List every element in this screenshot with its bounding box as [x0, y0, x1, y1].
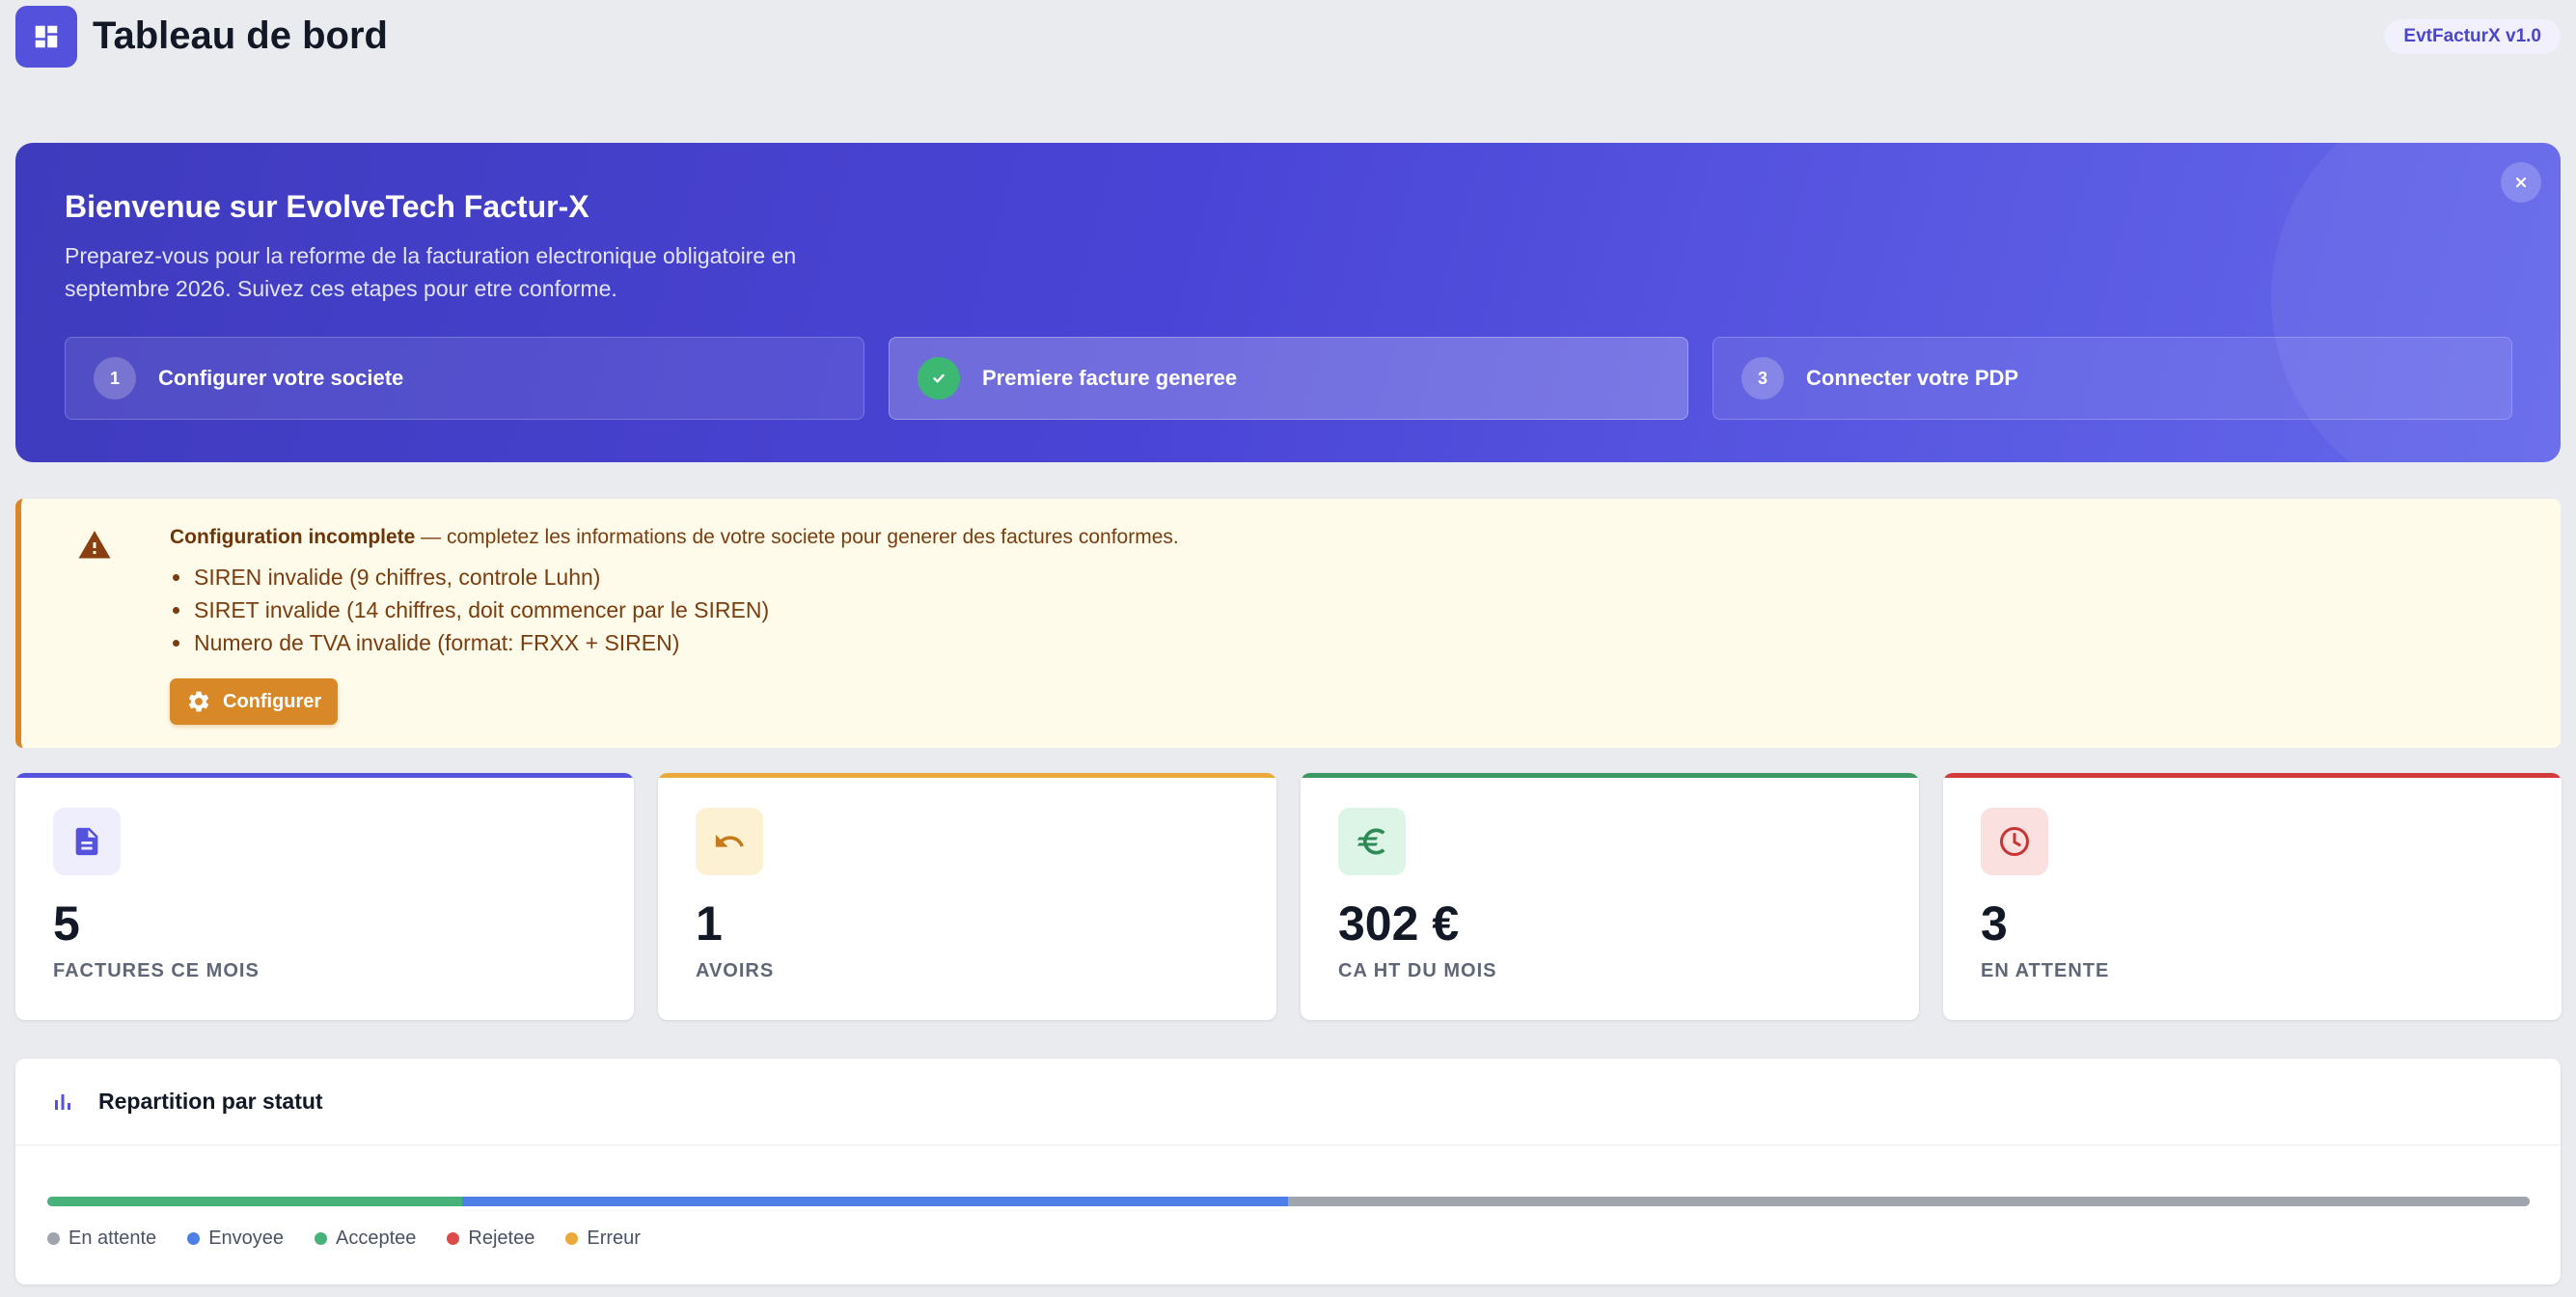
legend-dot [565, 1232, 579, 1245]
legend-item: Erreur [565, 1228, 641, 1250]
stat-card-invoices[interactable]: 5 FACTURES CE MOIS [15, 773, 634, 1020]
panel-title: Repartition par statut [98, 1089, 323, 1114]
onboarding-steps: 1 Configurer votre societe Premiere fact… [65, 337, 2512, 420]
alert-issue: Numero de TVA invalide (format: FRXX + S… [170, 626, 769, 659]
stat-label: CA HT DU MOIS [1338, 960, 1497, 981]
step-label: Premiere facture generee [982, 366, 1238, 390]
dashboard-grid-icon[interactable] [15, 6, 77, 68]
step-first-invoice[interactable]: Premiere facture generee [889, 337, 1688, 420]
welcome-title: Bienvenue sur EvolveTech Factur-X [65, 189, 589, 224]
stat-value: 302 € [1338, 897, 1460, 951]
stat-label: AVOIRS [696, 960, 775, 981]
configure-button-label: Configurer [223, 690, 322, 712]
clock-icon [1981, 808, 2048, 875]
legend-label: Envoyee [208, 1228, 285, 1249]
stat-value: 5 [53, 897, 80, 951]
legend-dot [47, 1232, 60, 1245]
step-number: 3 [1741, 357, 1784, 400]
panel-header: Repartition par statut [15, 1059, 2561, 1145]
alert-title: Configuration incomplete [170, 526, 416, 548]
status-progress-bar [47, 1197, 2530, 1206]
status-segment-acceptee [47, 1197, 462, 1206]
card-accent-bar [1301, 773, 1919, 778]
stat-card-revenue[interactable]: 302 € CA HT DU MOIS [1301, 773, 1919, 1020]
legend-item: Acceptee [315, 1228, 416, 1250]
gear-icon [186, 689, 211, 714]
top-bar: Tableau de bord EvtFacturX v1.0 [0, 0, 2576, 77]
status-segment-envoyee [461, 1197, 1289, 1206]
step-label: Connecter votre PDP [1806, 366, 2019, 390]
legend-dot [447, 1232, 460, 1245]
welcome-banner: Bienvenue sur EvolveTech Factur-X Prepar… [15, 143, 2561, 462]
alert-issue: SIRET invalide (14 chiffres, doit commen… [170, 593, 769, 626]
stat-card-credit-notes[interactable]: 1 AVOIRS [658, 773, 1276, 1020]
card-accent-bar [1943, 773, 2562, 778]
step-label: Configurer votre societe [158, 366, 404, 390]
warning-triangle-icon [77, 528, 112, 563]
card-accent-bar [15, 773, 634, 778]
step-configure-company[interactable]: 1 Configurer votre societe [65, 337, 864, 420]
alert-issue-list: SIREN invalide (9 chiffres, controle Luh… [170, 561, 769, 659]
legend-label: Acceptee [336, 1228, 417, 1249]
stat-value: 3 [1981, 897, 2008, 951]
legend-label: En attente [69, 1228, 157, 1249]
euro-icon [1338, 808, 1406, 875]
check-icon [918, 357, 960, 400]
stat-label: EN ATTENTE [1981, 960, 2110, 981]
status-distribution-panel: Repartition par statut En attente Envoyee… [15, 1059, 2561, 1284]
document-icon [53, 808, 121, 875]
legend-item: En attente [47, 1228, 156, 1250]
stat-value: 1 [696, 897, 723, 951]
legend-dot [187, 1232, 201, 1245]
legend-label: Rejetee [468, 1228, 535, 1249]
welcome-description: Preparez-vous pour la reforme de la fact… [65, 243, 797, 301]
legend-dot [315, 1232, 328, 1245]
configuration-alert: Configuration incomplete — completez les… [15, 499, 2561, 748]
legend-item: Rejetee [447, 1228, 534, 1250]
close-icon[interactable] [2501, 162, 2541, 203]
configure-button[interactable]: Configurer [170, 678, 338, 725]
stat-label: FACTURES CE MOIS [53, 960, 260, 981]
legend-item: Envoyee [187, 1228, 284, 1250]
card-accent-bar [658, 773, 1276, 778]
alert-issue: SIREN invalide (9 chiffres, controle Luh… [170, 561, 769, 593]
status-legend: En attente Envoyee Acceptee Rejetee Erreur [47, 1228, 671, 1250]
version-badge: EvtFacturX v1.0 [2384, 19, 2561, 54]
alert-message: Configuration incomplete — completez les… [170, 523, 1179, 552]
step-connect-pdp[interactable]: 3 Connecter votre PDP [1713, 337, 2512, 420]
alert-text: — completez les informations de votre so… [415, 526, 1179, 548]
bar-chart-icon [51, 1090, 74, 1118]
status-segment-en-attente [1288, 1197, 2530, 1206]
stat-card-pending[interactable]: 3 EN ATTENTE [1943, 773, 2562, 1020]
page-title: Tableau de bord [93, 14, 388, 57]
undo-arrow-icon [696, 808, 763, 875]
legend-label: Erreur [587, 1228, 641, 1249]
step-number: 1 [94, 357, 136, 400]
